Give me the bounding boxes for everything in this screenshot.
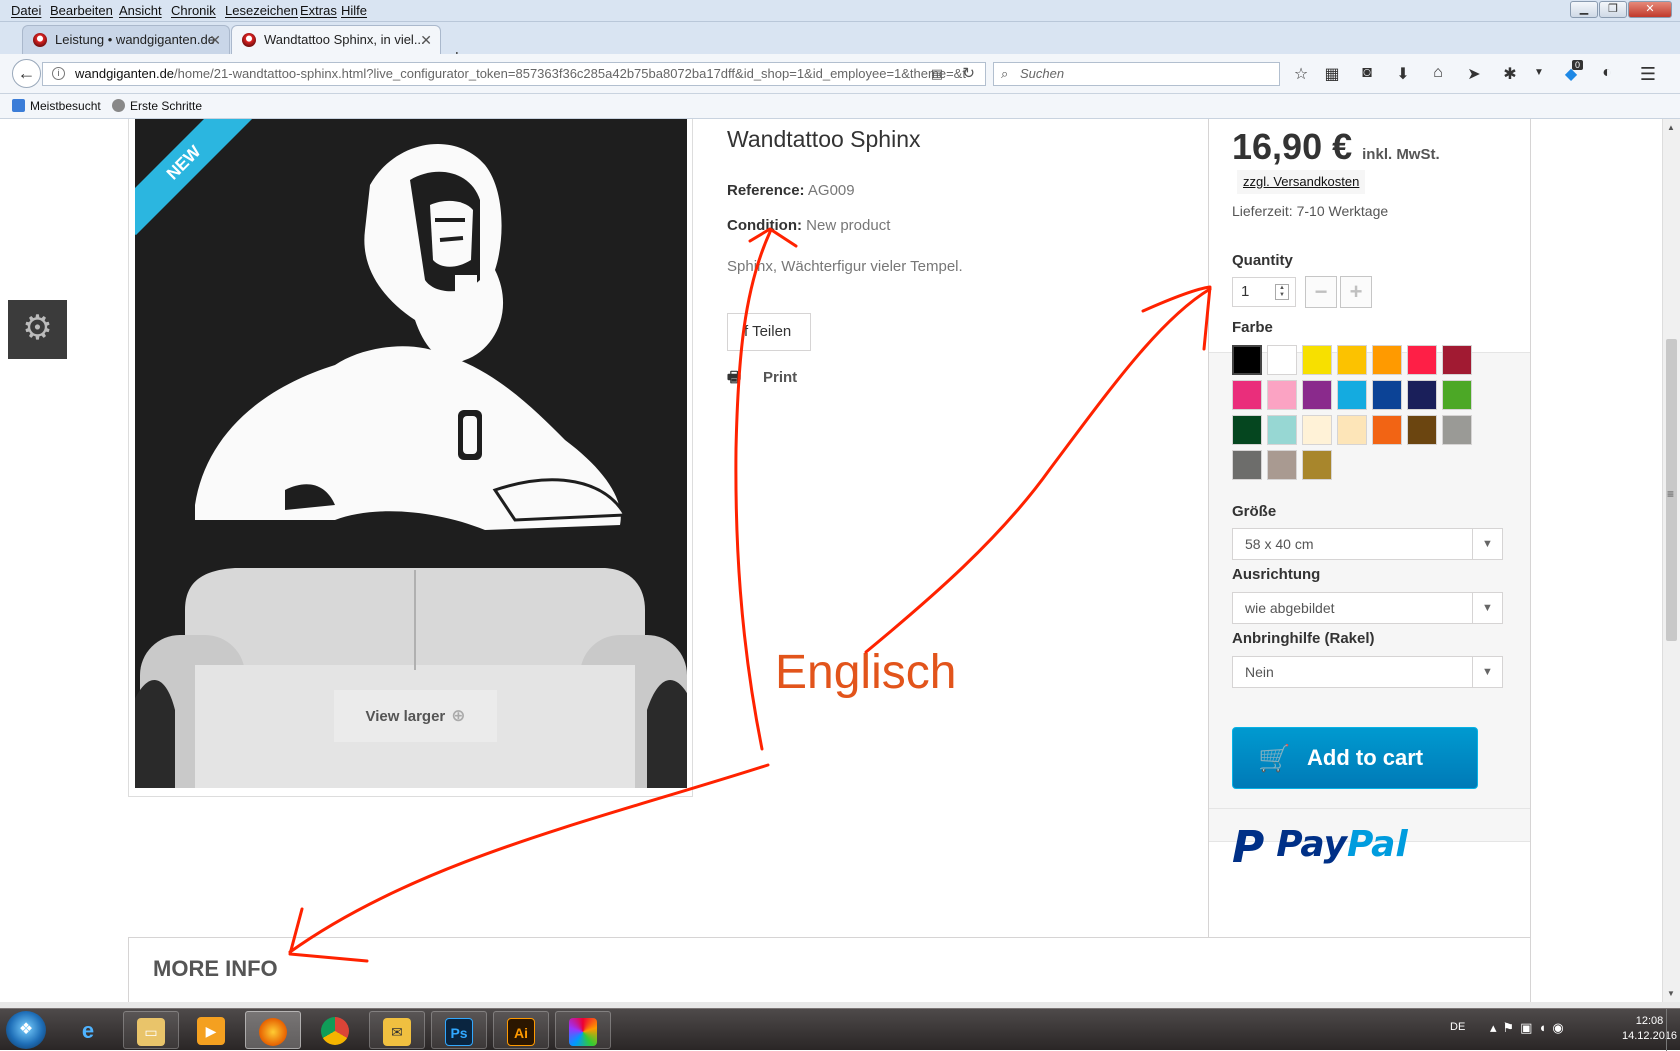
- tab-leistung[interactable]: Leistung • wandgiganten.de ✕: [22, 25, 230, 54]
- close-window-button[interactable]: ✕: [1628, 1, 1672, 18]
- download-icon[interactable]: ⬇: [1393, 64, 1413, 84]
- pocket-icon[interactable]: ◙: [1357, 64, 1377, 82]
- folder-icon: ▭: [137, 1017, 165, 1046]
- vertical-scrollbar[interactable]: ▲ ≡ ▼: [1662, 119, 1680, 1002]
- annotation-arrows: [288, 227, 1212, 963]
- taskbar-photoshop[interactable]: Ps: [431, 1011, 487, 1049]
- bookmark-label: Erste Schritte: [130, 99, 203, 113]
- send-icon[interactable]: ➤: [1464, 64, 1484, 84]
- taskbar-illustrator[interactable]: Ai: [493, 1011, 549, 1049]
- tray-icons[interactable]: ▴⚑▣◖◉: [1490, 1020, 1570, 1036]
- firefox-globe-icon: [112, 99, 125, 112]
- menu-bar: Datei Bearbeiten Ansicht Chronik Lesezei…: [0, 0, 1680, 22]
- reader-view-icon[interactable]: ▤: [931, 63, 943, 85]
- tab-close-icon[interactable]: ✕: [209, 26, 221, 54]
- color-app-icon: [569, 1017, 597, 1046]
- menu-extras[interactable]: Extras: [300, 3, 337, 18]
- back-button[interactable]: ←: [12, 59, 41, 88]
- taskbar-explorer[interactable]: ▭: [123, 1011, 179, 1049]
- taskbar: ❖ e ▭ ▶ ✉ Ps Ai DE ▴⚑▣◖◉ 12:08 14.12.201…: [0, 1008, 1680, 1051]
- bookmark-meistbesucht[interactable]: Meistbesucht: [12, 99, 101, 113]
- taskbar-media-player[interactable]: ▶: [183, 1011, 239, 1049]
- menu-datei[interactable]: Datei: [11, 3, 41, 18]
- url-path: /home/21-wandtattoo-sphinx.html?live_con…: [174, 66, 966, 81]
- menu-bearbeiten[interactable]: Bearbeiten: [50, 3, 113, 18]
- menu-chronik[interactable]: Chronik: [171, 3, 216, 18]
- chevron-down-icon[interactable]: ▼: [1529, 67, 1549, 78]
- wandgiganten-favicon-icon: [242, 33, 256, 47]
- extension-icon[interactable]: ◐: [1597, 64, 1617, 82]
- system-tray: DE ▴⚑▣◖◉ 12:08 14.12.2016: [1450, 1009, 1680, 1051]
- bookmarks-list-icon[interactable]: ▦: [1322, 64, 1342, 84]
- search-placeholder: Suchen: [1020, 66, 1065, 81]
- illustrator-icon: Ai: [507, 1017, 535, 1046]
- navigation-bar: ← i wandgiganten.de/home/21-wandtattoo-s…: [0, 54, 1680, 94]
- home-icon[interactable]: ⌂: [1428, 64, 1448, 82]
- page-viewport: NEW View larger ⊕ Wandtattoo Sphinx Refer…: [0, 119, 1662, 1002]
- taskbar-chrome[interactable]: [307, 1011, 363, 1049]
- tab-bar: Leistung • wandgiganten.de ✕ Wandtattoo …: [0, 22, 1680, 69]
- taskbar-outlook[interactable]: ✉: [369, 1011, 425, 1049]
- menu-hilfe[interactable]: Hilfe: [341, 3, 367, 18]
- chrome-icon: [321, 1016, 349, 1045]
- notification-badge: 0: [1572, 60, 1584, 70]
- taskbar-firefox[interactable]: [245, 1011, 301, 1049]
- maximize-button[interactable]: ❐: [1599, 1, 1627, 18]
- scroll-down-icon[interactable]: ▼: [1667, 989, 1675, 998]
- language-indicator[interactable]: DE: [1450, 1021, 1465, 1033]
- mail-icon: ✉: [383, 1017, 411, 1046]
- photoshop-icon: Ps: [445, 1017, 473, 1046]
- tab-close-icon[interactable]: ✕: [420, 26, 432, 54]
- scroll-grip-icon: ≡: [1667, 487, 1675, 501]
- url-bar[interactable]: i wandgiganten.de/home/21-wandtattoo-sph…: [42, 62, 986, 86]
- addon-icon[interactable]: ✱: [1500, 64, 1520, 84]
- tab-sphinx[interactable]: Wandtattoo Sphinx, in viel... ✕: [231, 25, 441, 54]
- media-player-icon: ▶: [197, 1016, 225, 1045]
- bookmark-folder-icon: [12, 99, 25, 112]
- bookmark-erste-schritte[interactable]: Erste Schritte: [112, 99, 202, 113]
- scroll-up-icon[interactable]: ▲: [1667, 123, 1675, 132]
- menu-lesezeichen[interactable]: Lesezeichen: [225, 3, 298, 18]
- taskbar-app[interactable]: [555, 1011, 611, 1049]
- minimize-button[interactable]: ▁: [1570, 1, 1598, 18]
- firefox-icon: [259, 1017, 287, 1046]
- internet-explorer-icon: e: [81, 1017, 95, 1043]
- hamburger-menu-icon[interactable]: ☰: [1638, 64, 1658, 85]
- site-info-icon[interactable]: i: [52, 67, 65, 80]
- tab-title: Wandtattoo Sphinx, in viel...: [264, 32, 425, 47]
- show-desktop-button[interactable]: [1666, 1009, 1680, 1051]
- tab-title: Leistung • wandgiganten.de: [55, 32, 215, 47]
- search-icon: ⌕: [1001, 66, 1009, 81]
- url-host: wandgiganten.de: [75, 66, 175, 81]
- wandgiganten-favicon-icon: [33, 33, 47, 47]
- taskbar-ie[interactable]: e: [60, 1011, 116, 1049]
- reload-icon[interactable]: ↻: [962, 63, 975, 85]
- bookmarks-bar: Meistbesucht Erste Schritte: [0, 94, 1680, 119]
- start-button[interactable]: ❖: [6, 1011, 46, 1049]
- bookmark-label: Meistbesucht: [30, 99, 101, 113]
- bookmark-star-icon[interactable]: ☆: [1291, 64, 1311, 84]
- search-input[interactable]: ⌕ Suchen: [993, 62, 1280, 86]
- menu-ansicht[interactable]: Ansicht: [119, 3, 162, 18]
